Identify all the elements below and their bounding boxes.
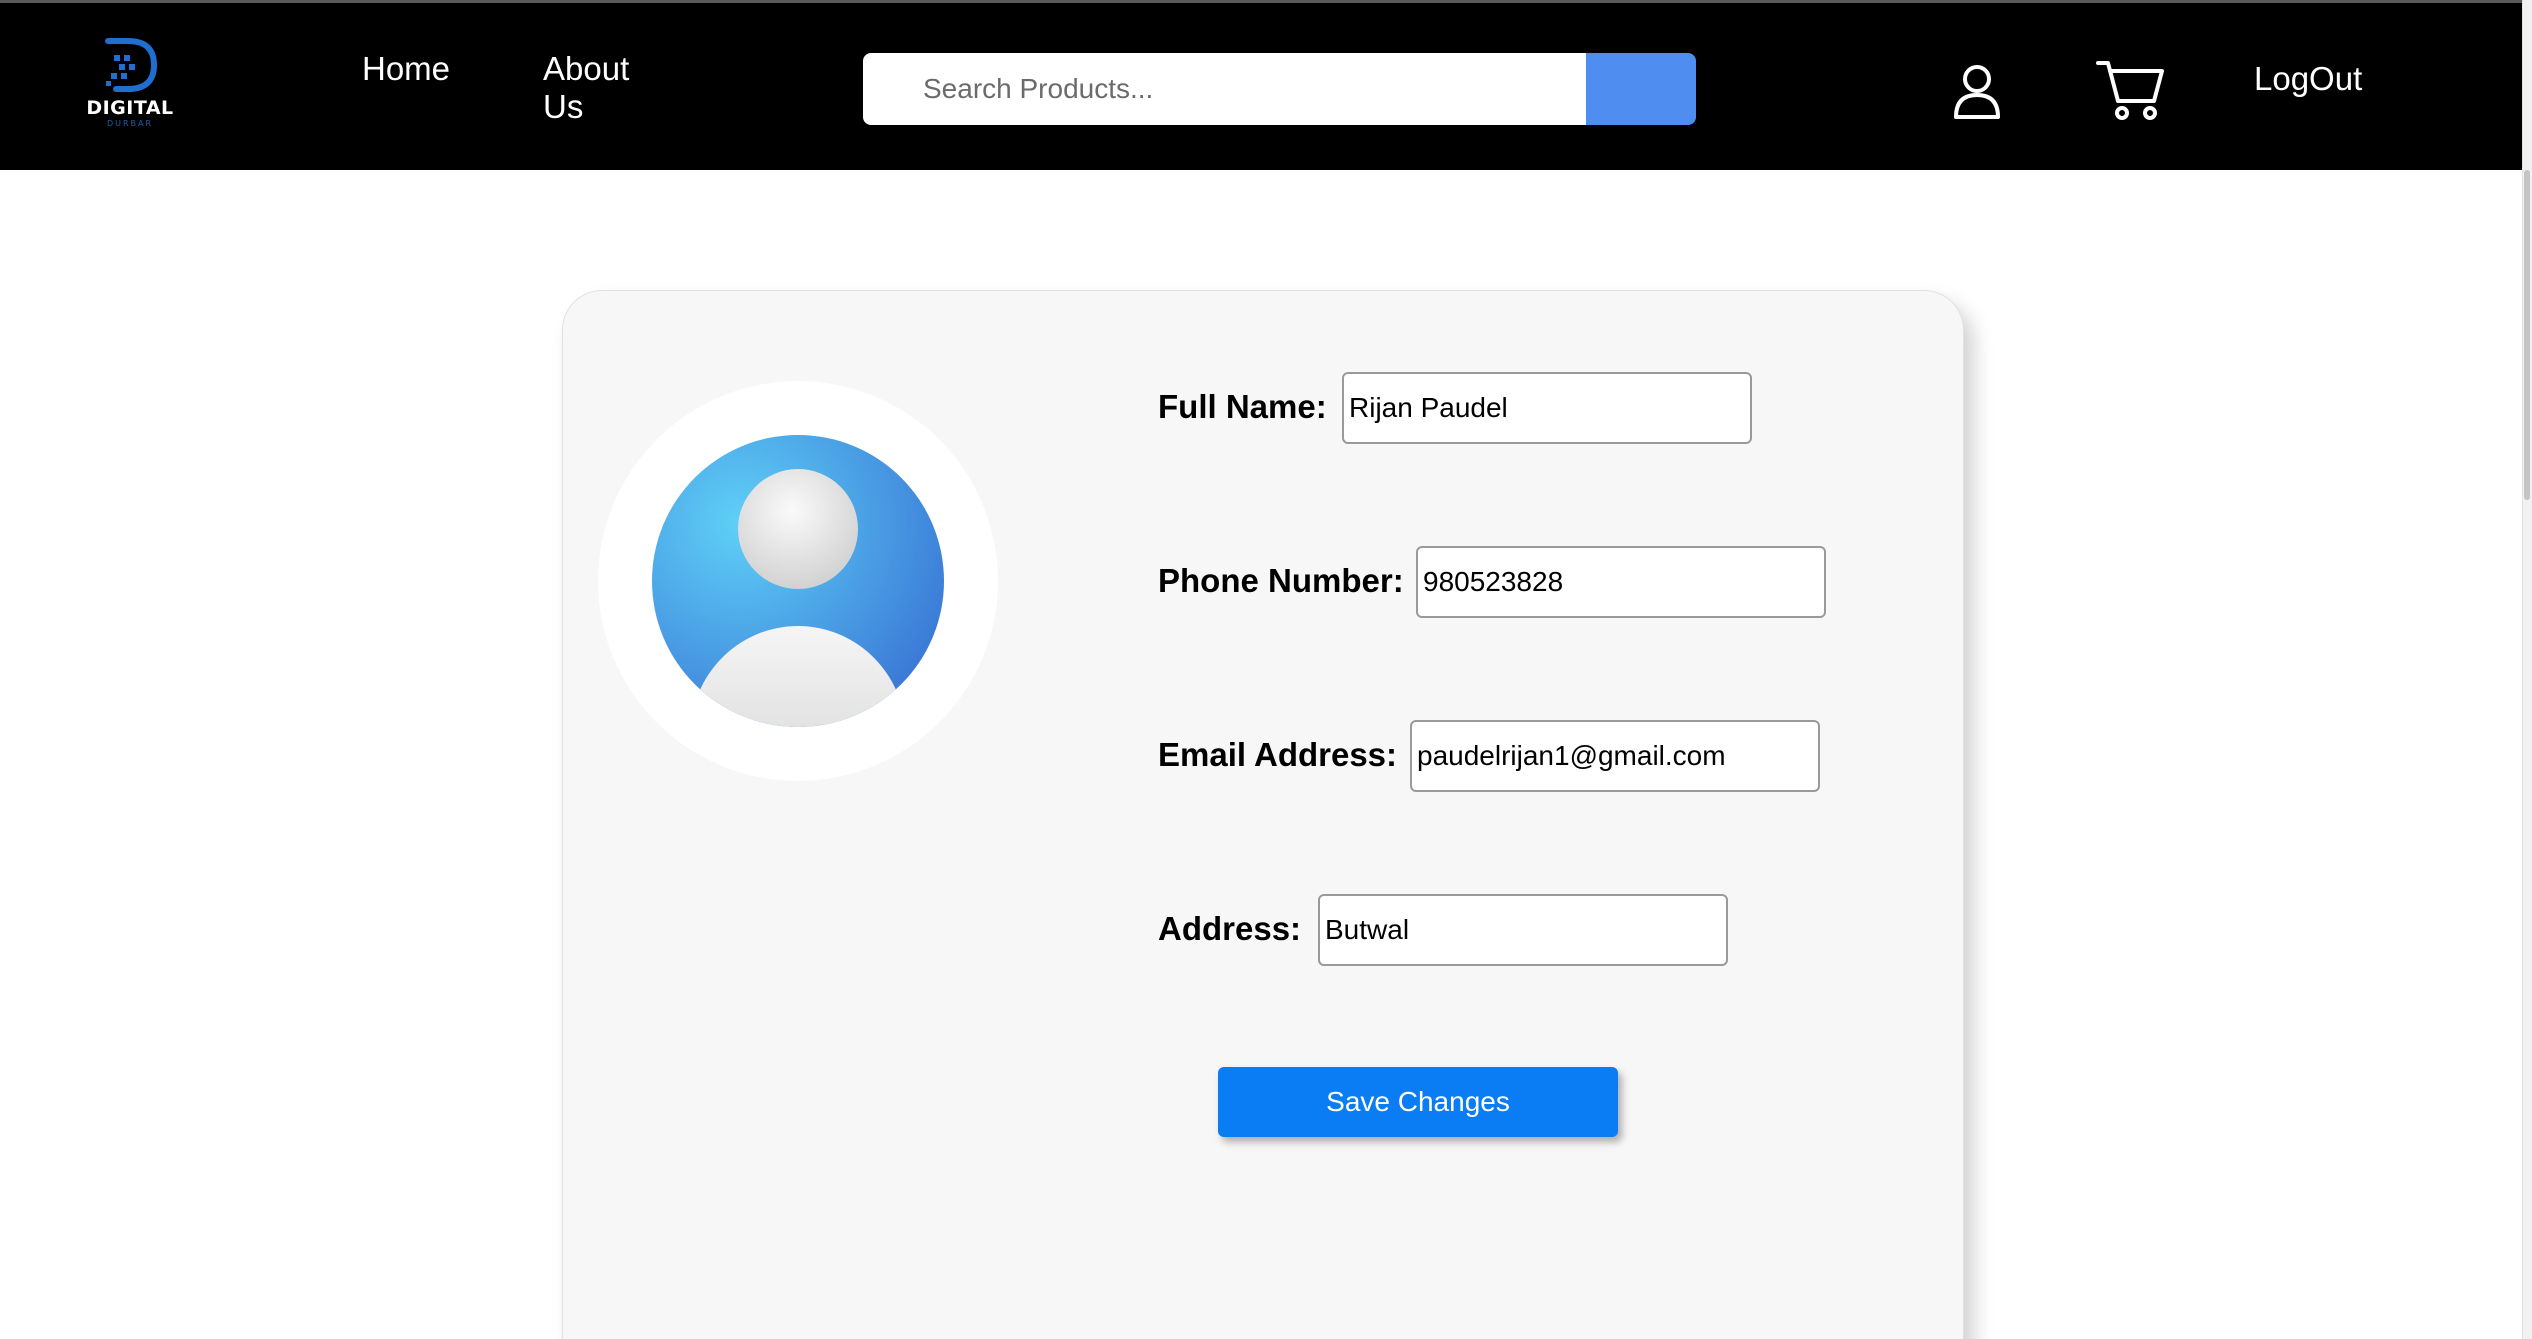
navbar: DIGITAL DURBAR Home About Us LogOut <box>0 0 2532 170</box>
user-avatar-icon <box>652 435 944 727</box>
avatar <box>598 381 998 781</box>
email-label: Email Address: <box>1158 736 1398 773</box>
email-field[interactable] <box>1410 720 1820 792</box>
cart-icon[interactable] <box>2096 59 2166 121</box>
digital-durbar-logo-icon <box>105 38 158 92</box>
nav-home-link[interactable]: Home <box>362 50 450 88</box>
cart-icon-graphic <box>2096 61 2164 120</box>
user-icon-graphic <box>1954 65 2000 119</box>
full-name-field[interactable] <box>1342 372 1752 444</box>
address-field[interactable] <box>1318 894 1728 966</box>
profile-page: DIGITAL DURBAR Home About Us LogOut <box>0 0 2532 1339</box>
nav-about-link[interactable]: About Us <box>543 50 653 126</box>
search-button[interactable] <box>1586 53 1696 125</box>
save-changes-button[interactable]: Save Changes <box>1218 1067 1618 1137</box>
user-icon[interactable] <box>1952 63 2002 121</box>
logo-tagline: DURBAR <box>106 119 154 128</box>
logo-name: DIGITAL <box>86 97 174 119</box>
full-name-label: Full Name: <box>1158 388 1327 425</box>
scrollbar-thumb[interactable] <box>2524 170 2530 500</box>
address-label: Address: <box>1158 910 1302 947</box>
search-input[interactable] <box>863 53 1586 125</box>
logo[interactable]: DIGITAL DURBAR <box>78 37 182 137</box>
logout-link[interactable]: LogOut <box>2254 60 2362 98</box>
phone-label: Phone Number: <box>1158 562 1404 599</box>
phone-field[interactable] <box>1416 546 1826 618</box>
